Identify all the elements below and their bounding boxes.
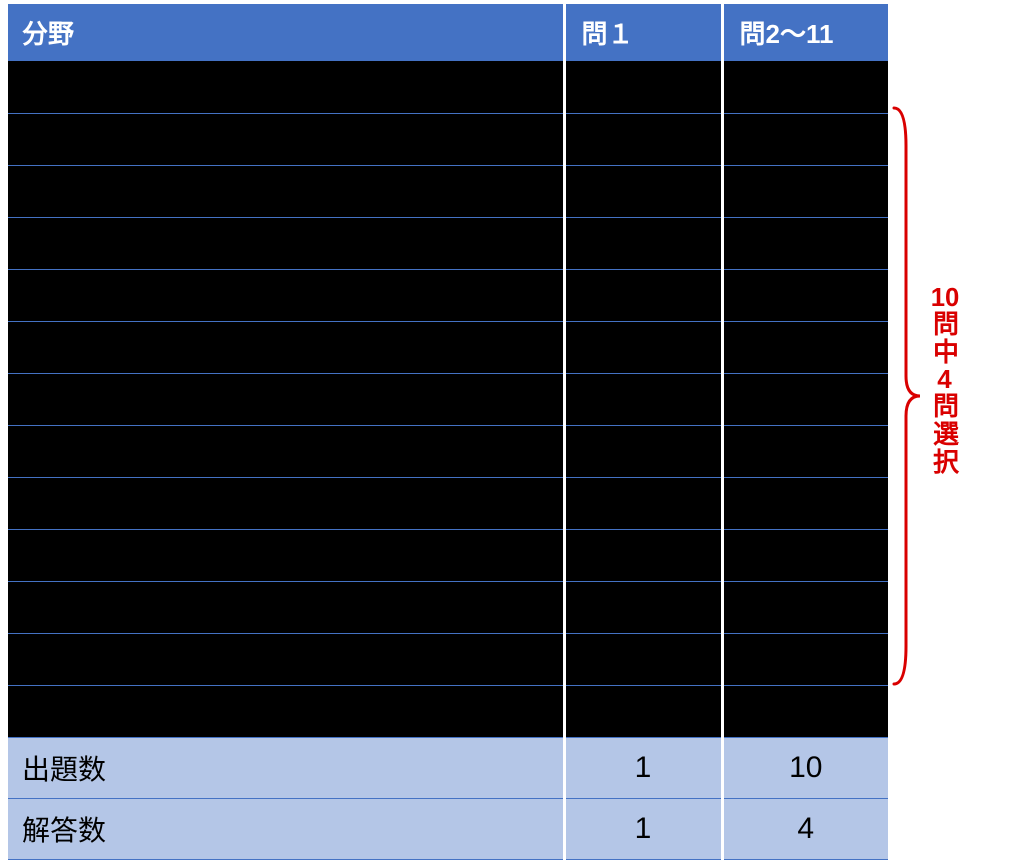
table-row xyxy=(8,685,888,737)
table-row xyxy=(8,373,888,425)
table-row xyxy=(8,477,888,529)
footer-q-label: 出題数 xyxy=(8,737,564,798)
header-field: 分野 xyxy=(8,4,564,61)
footer-a-c2: 1 xyxy=(564,798,722,859)
table-row xyxy=(8,581,888,633)
table-row xyxy=(8,113,888,165)
exam-structure-table: 分野 問１ 問2～11 出題数 1 10 xyxy=(8,4,888,860)
table-row xyxy=(8,633,888,685)
footer-q-c3: 10 xyxy=(722,737,888,798)
brace-icon xyxy=(892,106,922,686)
header-q2to11: 問2～11 xyxy=(722,4,888,61)
table-row xyxy=(8,425,888,477)
footer-a-label: 解答数 xyxy=(8,798,564,859)
header-q1: 問１ xyxy=(564,4,722,61)
table-header-row: 分野 問１ 問2～11 xyxy=(8,4,888,61)
table-row xyxy=(8,61,888,113)
table-row xyxy=(8,165,888,217)
footer-a-c3: 4 xyxy=(722,798,888,859)
table-row xyxy=(8,217,888,269)
table-row xyxy=(8,269,888,321)
table-row xyxy=(8,529,888,581)
selection-annotation: 10問中4問選択 xyxy=(888,4,1016,804)
footer-q-c2: 1 xyxy=(564,737,722,798)
footer-row-questions: 出題数 1 10 xyxy=(8,737,888,798)
annotation-text: 10問中4問選択 xyxy=(928,284,961,476)
table-body xyxy=(8,61,888,737)
table-row xyxy=(8,321,888,373)
footer-row-answers: 解答数 1 4 xyxy=(8,798,888,859)
